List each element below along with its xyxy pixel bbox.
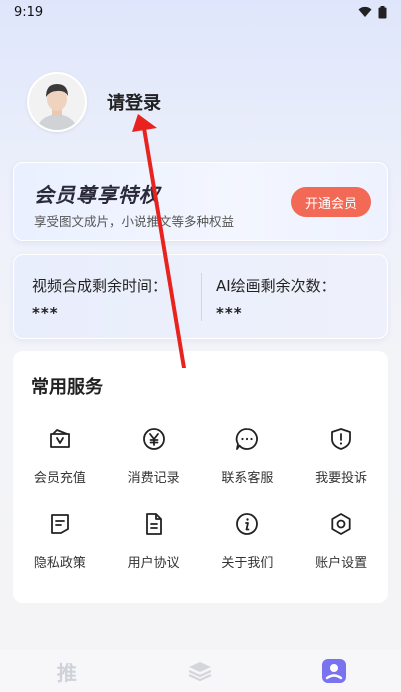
vip-title: 会员尊享特权 [34,183,160,207]
vip-privilege-card[interactable]: 会员尊享特权 享受图文成片，小说推文等多种权益 开通会员 [13,162,388,241]
ai-draw-quota-value: *** [216,304,243,322]
bottom-nav: 推 [0,650,401,692]
yen-icon [140,425,168,453]
vip-recharge-icon [46,425,74,453]
profile-icon [322,659,347,683]
service-contact-support[interactable]: 联系客服 [201,425,295,486]
layers-icon [189,662,212,682]
status-bar: 9:19 [0,0,401,24]
nav-layers-tab[interactable] [170,656,230,686]
ai-draw-quota: AI绘画剩余次数： *** [216,275,336,322]
vip-description: 享受图文成片，小说推文等多种权益 [34,214,235,229]
service-complaint[interactable]: 我要投诉 [294,425,388,486]
service-account-settings[interactable]: 账户设置 [294,510,388,571]
profile-header[interactable]: 请登录 [27,72,161,132]
shield-alert-icon [327,425,355,453]
services-title: 常用服务 [31,377,103,398]
login-link[interactable]: 请登录 [107,89,161,115]
avatar[interactable] [27,72,87,132]
hexagon-settings-icon [327,510,355,538]
service-spending-records[interactable]: 消费记录 [107,425,201,486]
service-label: 会员充值 [33,471,86,486]
info-icon [233,510,261,538]
privacy-document-icon [46,510,74,538]
services-grid: 会员充值 消费记录 联系客服 我要投诉 隐私政策 用户协议 关于我们 账户设置 [13,425,388,571]
service-vip-recharge[interactable]: 会员充值 [13,425,107,486]
nav-recommend-tab[interactable]: 推 [37,656,97,686]
video-quota-value: *** [32,304,59,322]
services-card: 常用服务 会员充值 消费记录 联系客服 我要投诉 隐私政策 用户协议 关于我们 … [13,351,388,603]
recommend-icon: 推 [56,660,77,685]
ai-draw-quota-label: AI绘画剩余次数： [216,277,336,295]
agreement-document-icon [140,510,168,538]
service-label: 消费记录 [127,471,180,486]
video-quota: 视频合成剩余时间： *** [32,275,167,322]
service-about-us[interactable]: 关于我们 [201,510,295,571]
service-user-agreement[interactable]: 用户协议 [107,510,201,571]
status-time: 9:19 [14,4,44,20]
default-avatar-icon [29,74,85,130]
quota-divider [201,273,202,321]
battery-icon [378,5,387,18]
service-label: 用户协议 [127,556,180,571]
open-vip-button[interactable]: 开通会员 [291,187,371,217]
status-icons [358,5,387,19]
service-label: 隐私政策 [33,556,86,571]
service-privacy-policy[interactable]: 隐私政策 [13,510,107,571]
nav-profile-tab[interactable] [304,656,364,686]
service-label: 联系客服 [221,471,274,486]
chat-icon [233,425,261,453]
service-label: 账户设置 [315,556,368,571]
video-quota-label: 视频合成剩余时间： [32,277,168,295]
service-label: 关于我们 [221,556,274,571]
service-label: 我要投诉 [315,471,368,486]
quota-card: 视频合成剩余时间： *** AI绘画剩余次数： *** [13,254,388,339]
wifi-icon [358,6,372,17]
